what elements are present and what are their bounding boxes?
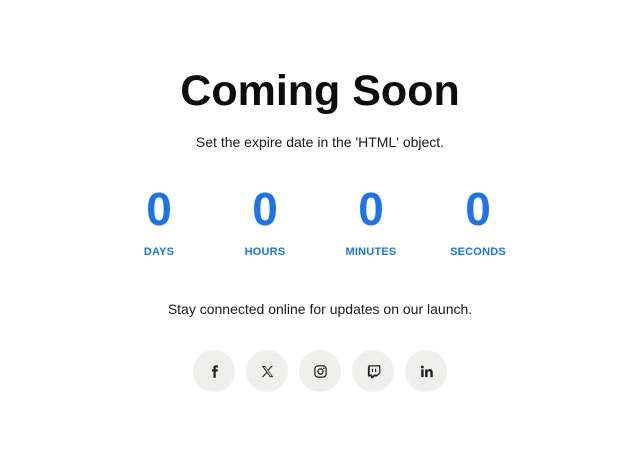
countdown-timer: 0 DAYS 0 HOURS 0 MINUTES 0 SECONDS — [106, 182, 531, 264]
page-title: Coming Soon — [180, 67, 460, 115]
twitch-link[interactable] — [352, 350, 394, 392]
linkedin-link[interactable] — [405, 350, 447, 392]
countdown-days: 0 DAYS — [106, 182, 212, 258]
x-link[interactable] — [246, 350, 288, 392]
countdown-seconds-value: 0 — [465, 183, 491, 235]
linkedin-icon — [419, 364, 434, 379]
countdown-hours-value: 0 — [252, 183, 278, 235]
countdown-hours: 0 HOURS — [212, 182, 318, 258]
countdown-minutes-value: 0 — [358, 183, 384, 235]
x-icon — [260, 364, 275, 379]
coming-soon-page: Coming Soon Set the expire date in the '… — [0, 0, 640, 464]
twitch-icon — [366, 364, 381, 379]
countdown-minutes: 0 MINUTES — [318, 182, 424, 258]
facebook-link[interactable] — [193, 350, 235, 392]
facebook-icon — [207, 364, 222, 379]
page-subtitle: Set the expire date in the 'HTML' object… — [195, 134, 445, 150]
social-links — [193, 350, 447, 393]
stay-connected-message: Stay connected online for updates on our… — [167, 301, 473, 317]
countdown-minutes-label: MINUTES — [345, 246, 397, 258]
instagram-link[interactable] — [299, 350, 341, 392]
countdown-days-label: DAYS — [143, 246, 175, 258]
instagram-icon — [313, 364, 328, 379]
countdown-hours-label: HOURS — [244, 246, 286, 258]
countdown-seconds-label: SECONDS — [450, 246, 506, 258]
countdown-seconds: 0 SECONDS — [425, 182, 531, 258]
countdown-days-value: 0 — [146, 183, 172, 235]
